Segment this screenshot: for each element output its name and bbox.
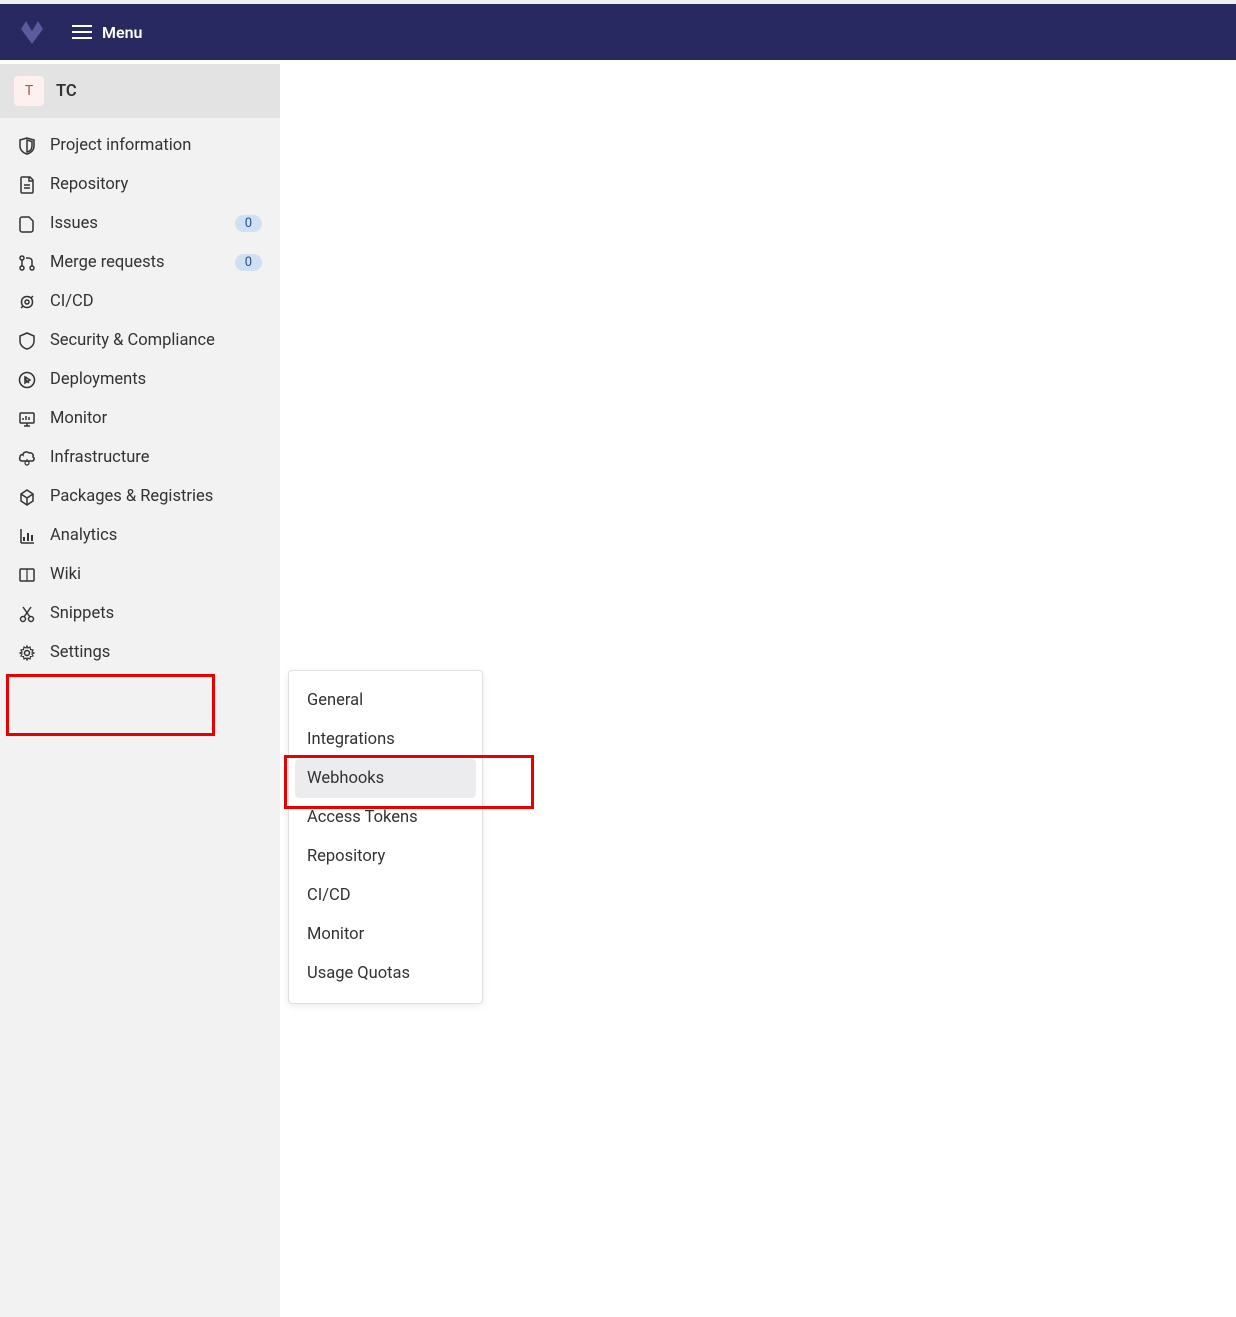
sidebar: T TC Project information Repository Issu…	[0, 64, 280, 1317]
submenu-item-integrations[interactable]: Integrations	[295, 720, 476, 759]
packages-icon	[18, 488, 36, 506]
sidebar-item-label: Deployments	[50, 370, 262, 389]
sidebar-item-label: Repository	[50, 175, 262, 194]
sidebar-item-deployments[interactable]: Deployments	[8, 360, 272, 399]
project-info-icon	[18, 137, 36, 155]
submenu-item-general[interactable]: General	[295, 681, 476, 720]
sidebar-items: Project information Repository Issues 0 …	[0, 118, 280, 680]
sidebar-item-label: Merge requests	[50, 253, 221, 272]
menu-label: Menu	[102, 23, 142, 42]
settings-submenu: General Integrations Webhooks Access Tok…	[288, 670, 483, 1004]
repository-icon	[18, 176, 36, 194]
snippets-icon	[18, 605, 36, 623]
submenu-item-access-tokens[interactable]: Access Tokens	[295, 798, 476, 837]
submenu-item-monitor[interactable]: Monitor	[295, 915, 476, 954]
submenu-item-webhooks[interactable]: Webhooks	[295, 759, 476, 798]
sidebar-item-label: Settings	[50, 643, 262, 662]
submenu-item-repository[interactable]: Repository	[295, 837, 476, 876]
sidebar-item-snippets[interactable]: Snippets	[8, 594, 272, 633]
sidebar-item-issues[interactable]: Issues 0	[8, 204, 272, 243]
sidebar-item-security[interactable]: Security & Compliance	[8, 321, 272, 360]
hamburger-icon	[72, 24, 92, 40]
cicd-icon	[18, 293, 36, 311]
sidebar-item-label: Project information	[50, 136, 262, 155]
sidebar-item-analytics[interactable]: Analytics	[8, 516, 272, 555]
deployments-icon	[18, 371, 36, 389]
sidebar-item-label: Wiki	[50, 565, 262, 584]
sidebar-item-merge-requests[interactable]: Merge requests 0	[8, 243, 272, 282]
project-name: TC	[56, 82, 77, 101]
merge-requests-icon	[18, 254, 36, 272]
sidebar-item-monitor[interactable]: Monitor	[8, 399, 272, 438]
infrastructure-icon	[18, 449, 36, 467]
sidebar-item-label: Snippets	[50, 604, 262, 623]
analytics-icon	[18, 527, 36, 545]
project-header[interactable]: T TC	[0, 64, 280, 118]
issues-icon	[18, 215, 36, 233]
sidebar-item-label: Analytics	[50, 526, 262, 545]
security-icon	[18, 332, 36, 350]
project-avatar: T	[14, 76, 44, 106]
submenu-item-usage-quotas[interactable]: Usage Quotas	[295, 954, 476, 993]
sidebar-item-label: CI/CD	[50, 292, 262, 311]
sidebar-item-cicd[interactable]: CI/CD	[8, 282, 272, 321]
menu-button[interactable]: Menu	[72, 23, 142, 42]
sidebar-item-label: Packages & Registries	[50, 487, 262, 506]
sidebar-item-label: Issues	[50, 214, 221, 233]
sidebar-item-project-information[interactable]: Project information	[8, 126, 272, 165]
sidebar-item-packages[interactable]: Packages & Registries	[8, 477, 272, 516]
sidebar-item-label: Security & Compliance	[50, 331, 262, 350]
merge-requests-badge: 0	[235, 254, 262, 271]
topbar: Menu	[0, 4, 1236, 60]
gitlab-logo-icon[interactable]	[18, 18, 46, 46]
sidebar-item-wiki[interactable]: Wiki	[8, 555, 272, 594]
sidebar-item-repository[interactable]: Repository	[8, 165, 272, 204]
sidebar-item-settings[interactable]: Settings	[8, 633, 272, 672]
submenu-item-cicd[interactable]: CI/CD	[295, 876, 476, 915]
wiki-icon	[18, 566, 36, 584]
sidebar-item-label: Monitor	[50, 409, 262, 428]
settings-icon	[18, 644, 36, 662]
sidebar-item-label: Infrastructure	[50, 448, 262, 467]
monitor-icon	[18, 410, 36, 428]
issues-badge: 0	[235, 215, 262, 232]
sidebar-item-infrastructure[interactable]: Infrastructure	[8, 438, 272, 477]
